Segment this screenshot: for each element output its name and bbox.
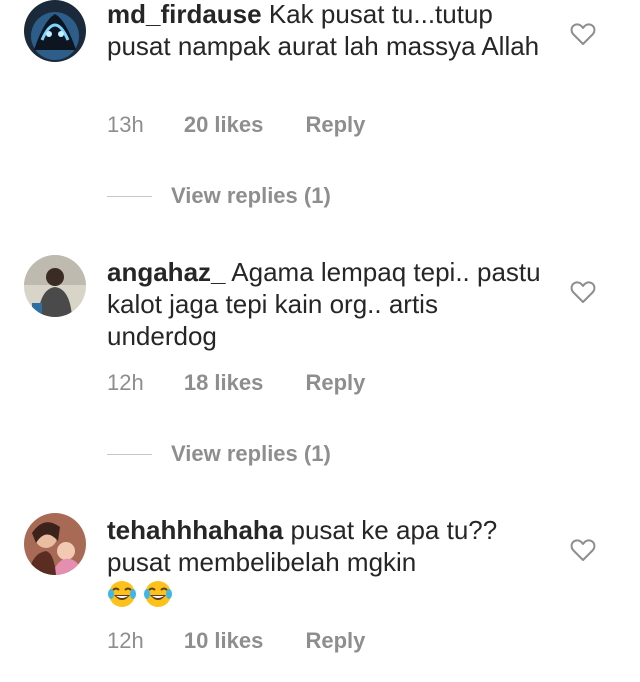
heart-outline-icon[interactable] (570, 22, 596, 46)
comment-time: 12h (107, 370, 144, 395)
avatar[interactable] (24, 255, 86, 317)
avatar[interactable] (24, 0, 86, 62)
comment-time: 13h (107, 112, 144, 137)
reply-button[interactable]: Reply (305, 627, 365, 655)
face-with-tears-of-joy-icon (107, 579, 137, 609)
view-replies-divider (107, 196, 152, 197)
reply-button[interactable]: Reply (305, 369, 365, 397)
reply-button[interactable]: Reply (305, 111, 365, 139)
comment-username[interactable]: angahaz_ (107, 257, 226, 287)
view-replies-label[interactable]: View replies (1) (171, 439, 331, 469)
comment-meta: 12h 18 likes Reply (107, 369, 365, 397)
comment-time: 12h (107, 628, 144, 653)
comment-username[interactable]: tehahhhahaha (107, 515, 283, 545)
comment-username[interactable]: md_firdause (107, 0, 262, 29)
comment-meta: 13h 20 likes Reply (107, 111, 365, 139)
avatar[interactable] (24, 513, 86, 575)
comment-likes[interactable]: 20 likes (184, 111, 264, 139)
heart-outline-icon[interactable] (570, 538, 596, 562)
view-replies-divider (107, 454, 152, 455)
comment-text: angahaz_ Agama lempaq tepi.. pastu kalot… (107, 256, 547, 352)
heart-outline-icon[interactable] (570, 280, 596, 304)
view-replies-label[interactable]: View replies (1) (171, 181, 331, 211)
face-with-tears-of-joy-icon (143, 579, 173, 609)
comment-text: md_firdause Kak pusat tu...tutup pusat n… (107, 0, 547, 62)
comment-likes[interactable]: 18 likes (184, 369, 264, 397)
comment-meta: 12h 10 likes Reply (107, 627, 365, 655)
comment-likes[interactable]: 10 likes (184, 627, 264, 655)
comment-text: tehahhhahaha pusat ke apa tu?? pusat mem… (107, 514, 547, 610)
